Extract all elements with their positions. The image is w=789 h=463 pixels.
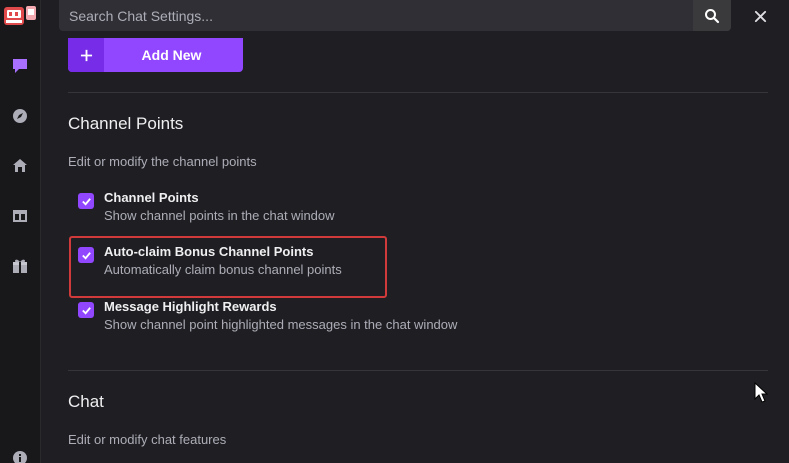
highlight-annotation-box [69,236,387,298]
option-subtitle: Show channel points in the chat window [104,208,335,223]
divider [68,92,768,93]
mouse-cursor-icon [754,381,769,404]
section-title-channel-points: Channel Points [68,114,184,133]
logo-icon [2,3,38,29]
add-new-button[interactable]: Add New [68,38,243,72]
section-title-chat: Chat [68,392,104,411]
settings-content: Add New Channel Points Edit or modify th… [40,0,789,463]
chat-bubble-icon[interactable] [10,56,30,76]
option-title: Message Highlight Rewards [104,299,277,314]
chat-settings-window: Add New Channel Points Edit or modify th… [0,0,789,463]
option-title: Channel Points [104,190,199,205]
option-channel-points[interactable]: Channel Points Show channel points in th… [78,190,678,226]
checkmark-icon [81,197,91,206]
home-icon[interactable] [10,156,30,176]
checkbox-channel-points[interactable] [78,193,94,209]
divider [68,370,768,371]
left-rail [0,0,41,463]
option-subtitle: Show channel point highlighted messages … [104,317,458,332]
add-new-label: Add New [141,47,202,63]
option-message-highlight-rewards[interactable]: Message Highlight Rewards Show channel p… [78,299,678,335]
section-desc-channel-points: Edit or modify the channel points [68,154,257,169]
info-icon[interactable] [10,448,30,463]
layout-icon[interactable] [10,206,30,226]
checkmark-icon [81,306,91,315]
checkbox-message-highlight-rewards[interactable] [78,302,94,318]
compass-icon[interactable] [10,106,30,126]
plus-icon [68,38,104,72]
gift-icon[interactable] [10,256,30,276]
section-desc-chat: Edit or modify chat features [68,432,227,447]
